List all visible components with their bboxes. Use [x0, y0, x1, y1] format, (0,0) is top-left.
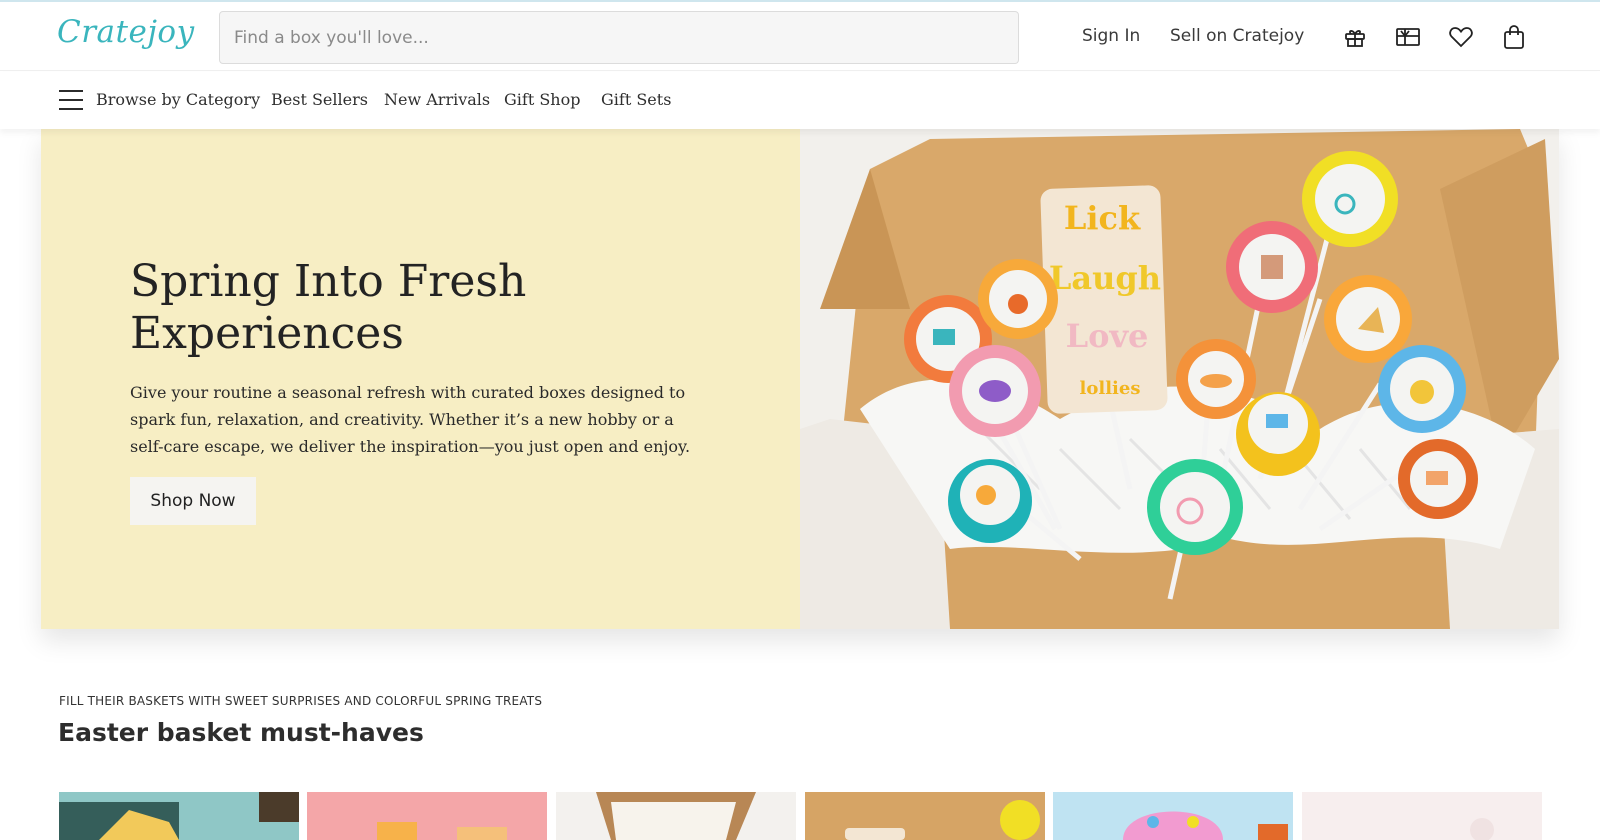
product-tile[interactable]: [307, 792, 547, 840]
card-line-3: Love: [1066, 317, 1149, 355]
product-tile[interactable]: [556, 792, 796, 840]
hero-title: Spring Into Fresh Experiences: [130, 256, 527, 359]
section-eyebrow: FILL THEIR BASKETS WITH SWEET SURPRISES …: [59, 694, 543, 708]
category-nav: Browse by Category Best Sellers New Arri…: [0, 72, 1600, 129]
site-header: Cratejoy Sign In Sell on Cratejoy: [0, 2, 1600, 71]
logo[interactable]: Cratejoy: [57, 14, 195, 50]
product-tile[interactable]: [805, 792, 1045, 840]
gift-icon[interactable]: [1340, 22, 1370, 52]
nav-gift-sets[interactable]: Gift Sets: [601, 90, 671, 109]
hero-banner: Spring Into Fresh Experiences Give your …: [41, 129, 1559, 629]
product-carousel: [59, 792, 1543, 840]
nav-gift-shop[interactable]: Gift Shop: [504, 90, 580, 109]
product-tile[interactable]: [59, 792, 299, 840]
card-line-1: Lick: [1064, 199, 1141, 237]
card-brand: lollies: [1080, 378, 1141, 399]
nav-new-arrivals[interactable]: New Arrivals: [384, 90, 490, 109]
menu-icon[interactable]: [59, 90, 83, 110]
section-title: Easter basket must-haves: [58, 718, 424, 747]
hero-text-panel: Spring Into Fresh Experiences Give your …: [41, 129, 800, 629]
sell-link[interactable]: Sell on Cratejoy: [1170, 26, 1304, 46]
product-tile[interactable]: [1302, 792, 1542, 840]
nav-best-sellers[interactable]: Best Sellers: [271, 90, 368, 109]
search-input[interactable]: [219, 11, 1019, 64]
product-tile[interactable]: [1053, 792, 1293, 840]
gift-card-icon[interactable]: [1393, 22, 1423, 52]
card-line-2: Laugh: [1049, 259, 1161, 297]
lollipop-box-illustration: Lick Laugh Love lollies: [800, 129, 1559, 629]
sign-in-link[interactable]: Sign In: [1082, 26, 1140, 46]
hero-image: Lick Laugh Love lollies: [800, 129, 1559, 629]
shop-now-button[interactable]: Shop Now: [130, 477, 256, 525]
hero-description: Give your routine a seasonal refresh wit…: [130, 383, 691, 456]
nav-browse-by-category[interactable]: Browse by Category: [96, 90, 260, 109]
bag-icon[interactable]: [1499, 22, 1529, 52]
heart-icon[interactable]: [1446, 22, 1476, 52]
